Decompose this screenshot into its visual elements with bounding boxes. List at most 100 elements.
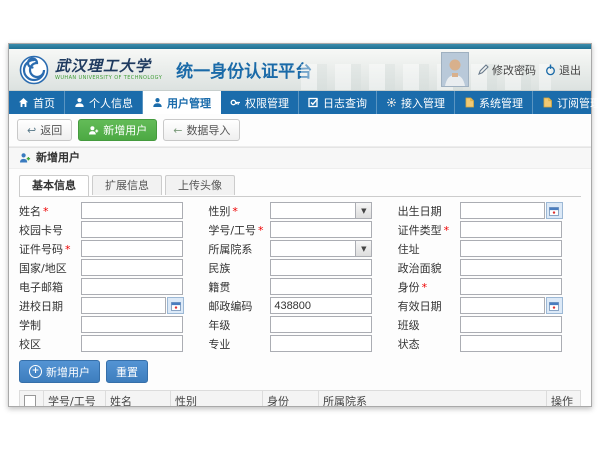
university-brand: 武汉理工大学 WUHAN UNIVERSITY OF TECHNOLOGY: [55, 59, 162, 81]
nav-tab-logs[interactable]: 日志查询: [299, 91, 377, 114]
label-gender: 性别*: [208, 203, 270, 219]
form-field-department: 所属院系 ▼: [208, 240, 391, 257]
input-valid-date[interactable]: [460, 297, 545, 314]
input-major[interactable]: [270, 335, 372, 352]
input-address[interactable]: [460, 240, 562, 257]
form-field-id-type: 证件类型*: [398, 221, 581, 238]
form-actions: + 新增用户 重置: [19, 360, 581, 383]
nav-tab-access[interactable]: 接入管理: [377, 91, 455, 114]
new-user-section-icon: [19, 152, 31, 164]
form-field-status: 状态: [398, 335, 581, 352]
main-nav: 首页个人信息用户管理权限管理日志查询接入管理系统管理订阅管理: [9, 91, 591, 114]
input-ethnicity[interactable]: [270, 259, 372, 276]
data-import-button[interactable]: ← 数据导入: [163, 119, 240, 141]
logout-link[interactable]: 退出: [545, 62, 581, 78]
back-button[interactable]: ↩ 返回: [17, 119, 72, 141]
select-gender[interactable]: ▼: [270, 202, 372, 219]
label-political-status: 政治面貌: [398, 260, 460, 276]
column-header-gender: 性别: [171, 391, 263, 407]
input-name[interactable]: [81, 202, 183, 219]
back-arrow-icon: ↩: [27, 125, 36, 136]
university-name-en: WUHAN UNIVERSITY OF TECHNOLOGY: [55, 76, 162, 81]
power-icon: [545, 64, 556, 76]
label-department: 所属院系: [208, 241, 270, 257]
form-field-enrollment-date: 进校日期: [19, 297, 202, 314]
input-student-id[interactable]: [270, 221, 372, 238]
nav-tab-system[interactable]: 系统管理: [455, 91, 533, 114]
university-logo-icon: [19, 55, 49, 85]
column-header-action: 操作: [547, 391, 581, 407]
column-header-name: 姓名: [106, 391, 171, 407]
form-field-country: 国家/地区: [19, 259, 202, 276]
add-user-toolbar-button[interactable]: 新增用户: [78, 119, 157, 141]
form-field-gender: 性别* ▼: [208, 202, 391, 219]
nav-tab-users[interactable]: 用户管理: [143, 91, 221, 114]
date-picker-button-enrollment-date[interactable]: [167, 297, 184, 314]
input-id-type[interactable]: [460, 221, 562, 238]
column-header-student-id: 学号/工号: [44, 391, 106, 407]
nav-tab-home[interactable]: 首页: [9, 91, 65, 114]
select-department[interactable]: ▼: [270, 240, 372, 257]
form-field-native-place: 籍贯: [208, 278, 391, 295]
submit-add-user-button[interactable]: + 新增用户: [19, 360, 100, 383]
input-status[interactable]: [460, 335, 562, 352]
results-table: 学号/工号姓名性别身份所属院系操作: [19, 390, 581, 406]
input-schooling-length[interactable]: [81, 316, 183, 333]
results-table-header: 学号/工号姓名性别身份所属院系操作: [20, 391, 581, 407]
nav-tab-profile[interactable]: 个人信息: [65, 91, 143, 114]
pencil-icon: [478, 64, 489, 75]
gear-icon: [386, 97, 397, 108]
tab-extended-info[interactable]: 扩展信息: [92, 175, 162, 195]
form-field-email: 电子邮箱: [19, 278, 202, 295]
label-campus-card: 校园卡号: [19, 222, 81, 238]
section-header: 新增用户: [9, 147, 591, 169]
page-title: 统一身份认证平台: [176, 57, 312, 82]
input-native-place[interactable]: [270, 278, 372, 295]
required-asterisk: *: [65, 243, 71, 256]
date-picker-button-birth-date[interactable]: [546, 202, 563, 219]
dropdown-arrow-icon: ▼: [355, 241, 371, 256]
input-identity[interactable]: [460, 278, 562, 295]
input-campus[interactable]: [81, 335, 183, 352]
user-avatar: [441, 52, 469, 87]
label-id-number: 证件号码*: [19, 241, 81, 257]
tab-upload-avatar[interactable]: 上传头像: [165, 175, 235, 195]
input-birth-date[interactable]: [460, 202, 545, 219]
input-postal-code[interactable]: [270, 297, 372, 314]
reset-button[interactable]: 重置: [106, 360, 148, 383]
form-field-name: 姓名*: [19, 202, 202, 219]
label-native-place: 籍贯: [208, 279, 270, 295]
document-icon: [542, 97, 553, 108]
nav-tab-permissions[interactable]: 权限管理: [221, 91, 299, 114]
required-asterisk: *: [444, 224, 450, 237]
input-email[interactable]: [81, 278, 183, 295]
input-campus-card[interactable]: [81, 221, 183, 238]
plus-circle-icon: +: [29, 365, 42, 378]
dropdown-arrow-icon: ▼: [355, 203, 371, 218]
input-enrollment-date[interactable]: [81, 297, 166, 314]
label-id-type: 证件类型*: [398, 222, 460, 238]
form-field-address: 住址: [398, 240, 581, 257]
form-panel: 基本信息扩展信息上传头像 姓名*性别*▼出生日期校园卡号学号/工号*证件类型*证…: [9, 169, 591, 406]
input-id-number[interactable]: [81, 240, 183, 257]
nav-tab-label: 权限管理: [245, 95, 289, 111]
select-all-checkbox[interactable]: [24, 395, 36, 406]
label-email: 电子邮箱: [19, 279, 81, 295]
input-political-status[interactable]: [460, 259, 562, 276]
calendar-icon: [549, 301, 559, 311]
input-class[interactable]: [460, 316, 562, 333]
date-picker-button-valid-date[interactable]: [546, 297, 563, 314]
form-field-political-status: 政治面貌: [398, 259, 581, 276]
change-password-link[interactable]: 修改密码: [478, 62, 536, 78]
form-field-identity: 身份*: [398, 278, 581, 295]
input-grade[interactable]: [270, 316, 372, 333]
form-field-birth-date: 出生日期: [398, 202, 581, 219]
tab-basic-info[interactable]: 基本信息: [19, 175, 89, 196]
key-icon: [230, 97, 241, 108]
required-asterisk: *: [422, 281, 428, 294]
nav-tab-label: 首页: [33, 95, 55, 111]
user-form: 姓名*性别*▼出生日期校园卡号学号/工号*证件类型*证件号码*所属院系▼住址国家…: [19, 202, 581, 352]
nav-tab-subscription[interactable]: 订阅管理: [533, 91, 600, 114]
form-field-grade: 年级: [208, 316, 391, 333]
input-country[interactable]: [81, 259, 183, 276]
